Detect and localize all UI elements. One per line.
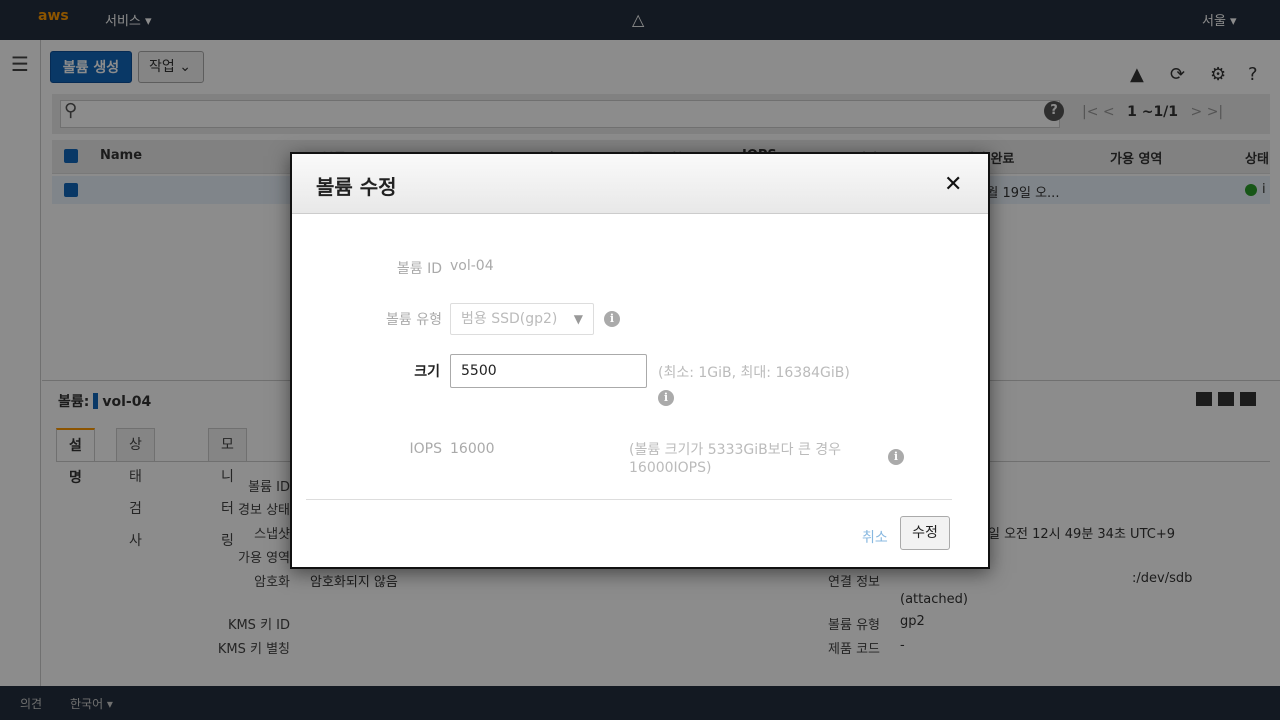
volume-type-label: 볼륨 유형: [386, 312, 442, 328]
iops-value: 16000: [450, 441, 495, 457]
size-info-icon[interactable]: i: [658, 390, 674, 406]
size-label: 크기: [414, 364, 440, 380]
dialog-header: 볼륨 수정 ✕: [292, 154, 988, 214]
iops-info-icon[interactable]: i: [888, 449, 904, 465]
modify-button[interactable]: 수정: [900, 516, 950, 550]
modify-volume-dialog: 볼륨 수정 ✕ 볼륨 ID vol-04 볼륨 유형 범용 SSD(gp2) ▼…: [290, 152, 990, 569]
dialog-separator: [306, 499, 952, 500]
info-icon[interactable]: i: [604, 311, 620, 327]
iops-hint-line2: 16000IOPS): [629, 460, 712, 476]
volume-type-select[interactable]: 범용 SSD(gp2) ▼: [450, 303, 594, 335]
iops-label: IOPS: [409, 441, 442, 457]
dialog-title: 볼륨 수정: [316, 175, 397, 199]
cancel-button[interactable]: 취소: [862, 527, 888, 547]
volume-id-value: vol-04: [450, 258, 494, 274]
caret-down-icon: ▼: [573, 312, 583, 326]
iops-hint-line1: (볼륨 크기가 5333GiB보다 큰 경우: [629, 442, 842, 458]
close-icon[interactable]: ✕: [944, 172, 962, 197]
volume-type-selected: 범용 SSD(gp2): [461, 311, 558, 327]
size-hint: (최소: 1GiB, 최대: 16384GiB): [658, 365, 850, 381]
size-input[interactable]: [450, 354, 647, 388]
volume-id-label: 볼륨 ID: [396, 261, 442, 277]
